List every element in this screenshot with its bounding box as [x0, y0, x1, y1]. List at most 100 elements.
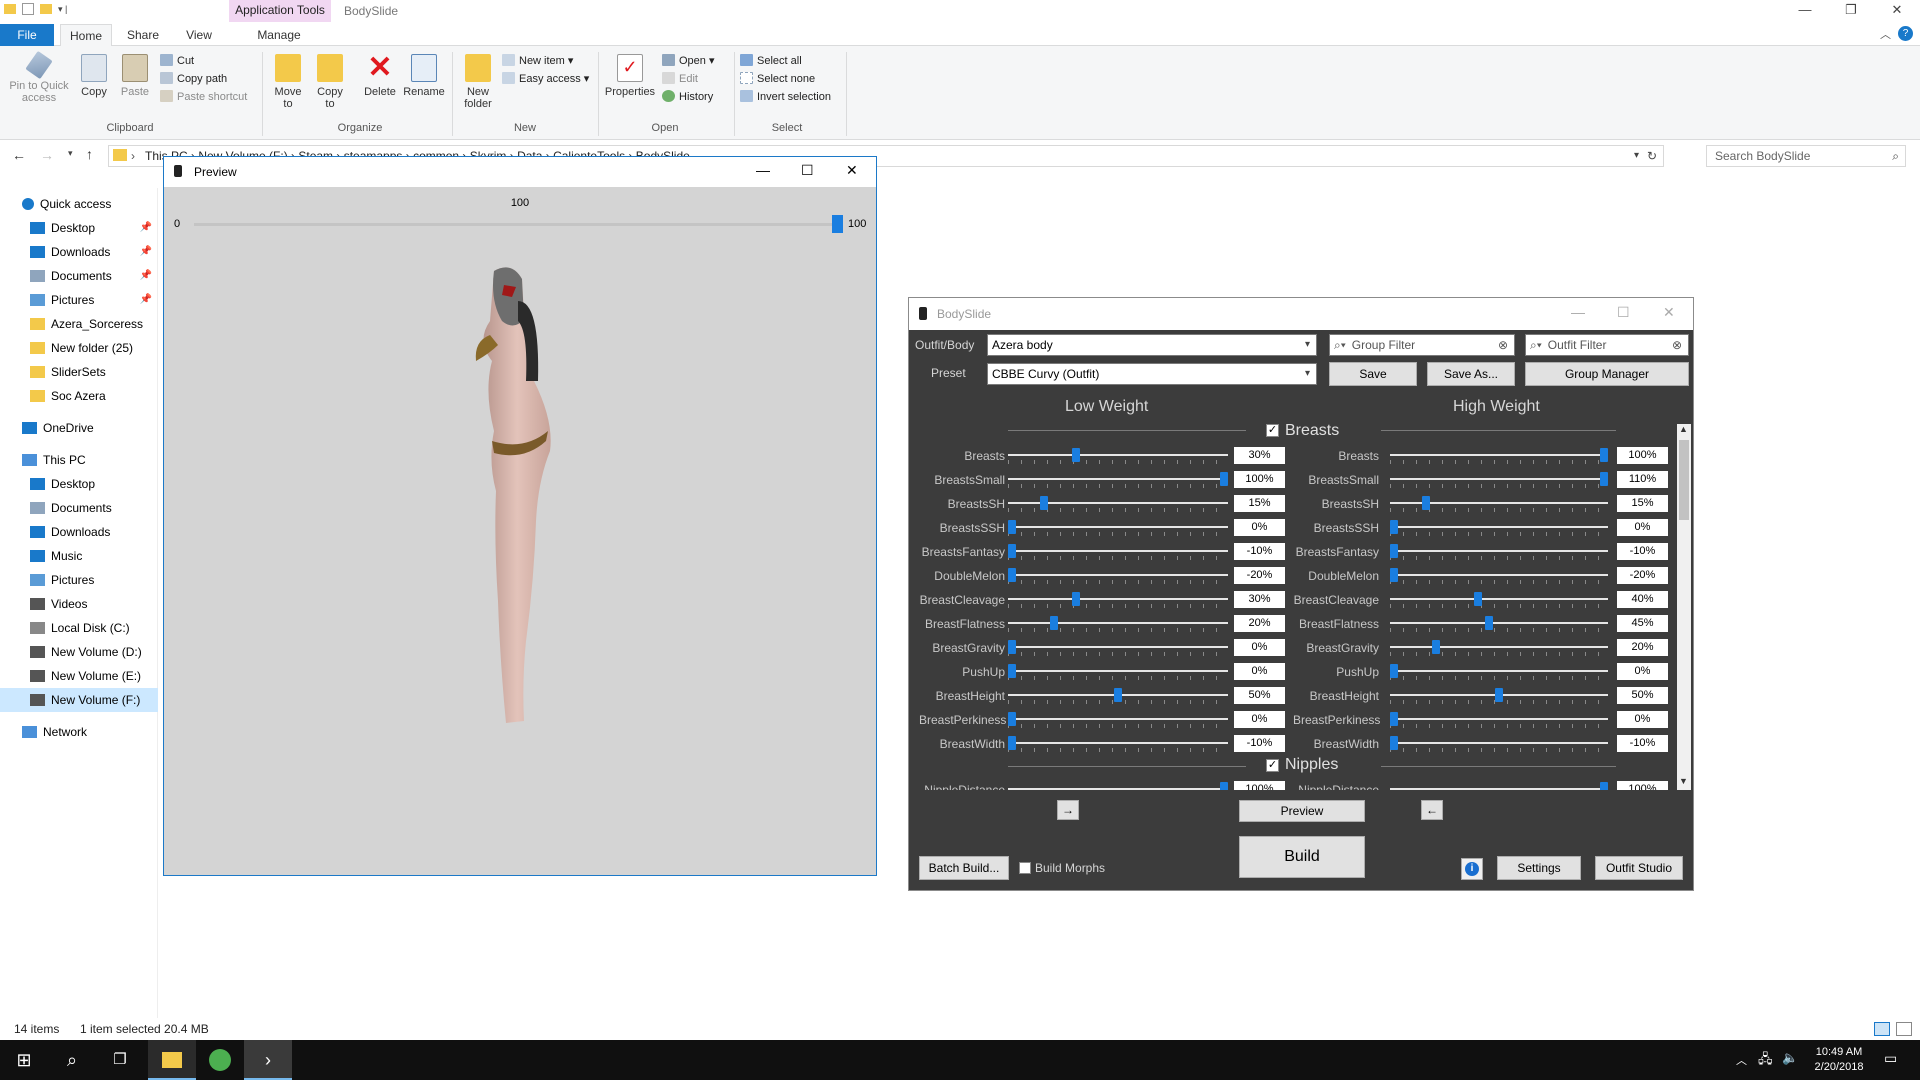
slider-track-low[interactable] — [1008, 622, 1228, 624]
slider-thumb-low[interactable] — [1008, 640, 1016, 654]
batch-build-button[interactable]: Batch Build... — [919, 856, 1009, 880]
slider-track-high[interactable] — [1390, 718, 1608, 720]
slider-value-low[interactable]: 100% — [1234, 471, 1285, 488]
slider-value-low[interactable]: 0% — [1234, 711, 1285, 728]
slider-value-high[interactable]: -10% — [1617, 543, 1668, 560]
body-model-render[interactable] — [454, 261, 574, 731]
slider-thumb-low[interactable] — [1008, 520, 1016, 534]
tab-file[interactable]: File — [0, 24, 54, 46]
new-folder-button[interactable]: New folder — [458, 54, 498, 110]
slider-track-high[interactable] — [1390, 550, 1608, 552]
large-icons-view-icon[interactable] — [1896, 1022, 1912, 1036]
tab-share[interactable]: Share — [120, 24, 166, 46]
slider-value-low[interactable]: 15% — [1234, 495, 1285, 512]
nav-item-new-volume-e[interactable]: New Volume (E:) — [0, 664, 158, 688]
slider-thumb-low[interactable] — [1071, 592, 1080, 606]
app-taskbar-icon[interactable] — [196, 1040, 244, 1080]
slider-thumb-low[interactable] — [1008, 544, 1016, 558]
info-button[interactable]: i — [1461, 858, 1483, 880]
slider-track-high[interactable] — [1390, 598, 1608, 600]
build-morphs-checkbox[interactable] — [1019, 862, 1031, 874]
scroll-up-icon[interactable]: ▲ — [1679, 424, 1688, 434]
slider-track-low[interactable] — [1008, 454, 1228, 456]
build-button[interactable]: Build — [1239, 836, 1365, 878]
slider-track-low[interactable] — [1008, 574, 1228, 576]
slider-value-high[interactable]: -20% — [1617, 567, 1668, 584]
save-as-button[interactable]: Save As... — [1427, 362, 1515, 386]
slider-value-high[interactable]: 0% — [1617, 519, 1668, 536]
slider-track-low[interactable] — [1008, 478, 1228, 480]
slider-value-high[interactable]: 100% — [1617, 781, 1668, 790]
clock[interactable]: 10:49 AM 2/20/2018 — [1804, 1045, 1874, 1075]
slider-track-low[interactable] — [1008, 670, 1228, 672]
close-button[interactable]: ✕ — [1874, 0, 1920, 22]
nav-item-documents[interactable]: Documents — [0, 496, 158, 520]
paste-button[interactable]: Paste — [116, 54, 154, 98]
history-button[interactable]: History — [662, 88, 715, 106]
weight-slider-track[interactable] — [194, 223, 838, 226]
help-icon[interactable]: ? — [1898, 26, 1913, 41]
scroll-down-icon[interactable]: ▼ — [1679, 776, 1688, 786]
slider-thumb-high[interactable] — [1484, 616, 1493, 630]
open-button[interactable]: Open ▾ — [662, 52, 715, 70]
nav-item-soc-azera[interactable]: Soc Azera — [0, 384, 158, 408]
settings-button[interactable]: Settings — [1497, 856, 1581, 880]
slider-track-high[interactable] — [1390, 646, 1608, 648]
group-manager-button[interactable]: Group Manager — [1525, 362, 1689, 386]
windows-start-icon[interactable]: ⊞ — [0, 1040, 48, 1080]
nav-item-this-pc[interactable]: This PC — [0, 448, 158, 472]
ribbon-collapse-icon[interactable]: ︿ — [1880, 26, 1891, 42]
nav-item-local-disk-c[interactable]: Local Disk (C:) — [0, 616, 158, 640]
slider-value-low[interactable]: 20% — [1234, 615, 1285, 632]
nipples-category-checkbox[interactable]: ✓ — [1266, 759, 1279, 772]
slider-value-high[interactable]: 0% — [1617, 663, 1668, 680]
slider-thumb-high[interactable] — [1390, 664, 1398, 678]
slider-value-low[interactable]: 30% — [1234, 447, 1285, 464]
nav-item-downloads[interactable]: Downloads — [0, 520, 158, 544]
copy-to-button[interactable]: Copy to — [310, 54, 350, 110]
slider-value-high[interactable]: 50% — [1617, 687, 1668, 704]
slider-value-low[interactable]: 0% — [1234, 663, 1285, 680]
slider-thumb-high[interactable] — [1390, 520, 1398, 534]
slider-value-low[interactable]: -20% — [1234, 567, 1285, 584]
properties-icon[interactable] — [22, 3, 34, 15]
nav-item-music[interactable]: Music — [0, 544, 158, 568]
slider-value-high[interactable]: 110% — [1617, 471, 1668, 488]
slider-thumb-low[interactable] — [1050, 616, 1059, 630]
notifications-icon[interactable]: ▭ — [1884, 1050, 1897, 1067]
nav-item-network[interactable]: Network — [0, 720, 158, 744]
slider-value-high[interactable]: -10% — [1617, 735, 1668, 752]
preview-button[interactable]: Preview — [1239, 800, 1365, 822]
slider-value-high[interactable]: 45% — [1617, 615, 1668, 632]
outfit-filter-input[interactable]: ⌕▾ Outfit Filter ⊗ — [1525, 334, 1689, 356]
nav-item-slidersets[interactable]: SliderSets — [0, 360, 158, 384]
bodyslide-taskbar-icon[interactable]: › — [244, 1040, 292, 1080]
slider-value-low[interactable]: 50% — [1234, 687, 1285, 704]
invert-selection-button[interactable]: Invert selection — [740, 88, 831, 106]
slider-value-low[interactable]: 30% — [1234, 591, 1285, 608]
slider-thumb-low[interactable] — [1008, 736, 1016, 750]
slider-track-low[interactable] — [1008, 598, 1228, 600]
slider-thumb-high[interactable] — [1390, 712, 1398, 726]
nav-item-desktop[interactable]: Desktop — [0, 472, 158, 496]
slider-thumb-high[interactable] — [1390, 544, 1398, 558]
tab-manage[interactable]: Manage — [236, 24, 322, 46]
slider-thumb-low[interactable] — [1071, 448, 1080, 462]
slider-thumb-high[interactable] — [1474, 592, 1482, 606]
preset-dropdown[interactable]: CBBE Curvy (Outfit) ▾ — [987, 363, 1317, 385]
search-input[interactable]: Search BodySlide ⌕ — [1706, 145, 1906, 167]
bodyslide-close-button[interactable]: ✕ — [1663, 304, 1675, 321]
back-arrow-icon[interactable]: ← — [12, 147, 26, 163]
rename-button[interactable]: Rename — [402, 54, 446, 98]
slider-track-low[interactable] — [1008, 742, 1228, 744]
slider-thumb-low[interactable] — [1039, 496, 1048, 510]
slider-track-high[interactable] — [1390, 574, 1608, 576]
copy-path-button[interactable]: Copy path — [160, 70, 247, 88]
nav-item-pictures[interactable]: Pictures 📌 — [0, 288, 158, 312]
bodyslide-maximize-button[interactable]: ☐ — [1617, 304, 1630, 321]
slider-thumb-low[interactable] — [1220, 472, 1228, 486]
slider-track-high[interactable] — [1390, 788, 1608, 790]
nav-item-onedrive[interactable]: OneDrive — [0, 416, 158, 440]
slider-value-high[interactable]: 15% — [1617, 495, 1668, 512]
slider-thumb-high[interactable] — [1390, 736, 1398, 750]
